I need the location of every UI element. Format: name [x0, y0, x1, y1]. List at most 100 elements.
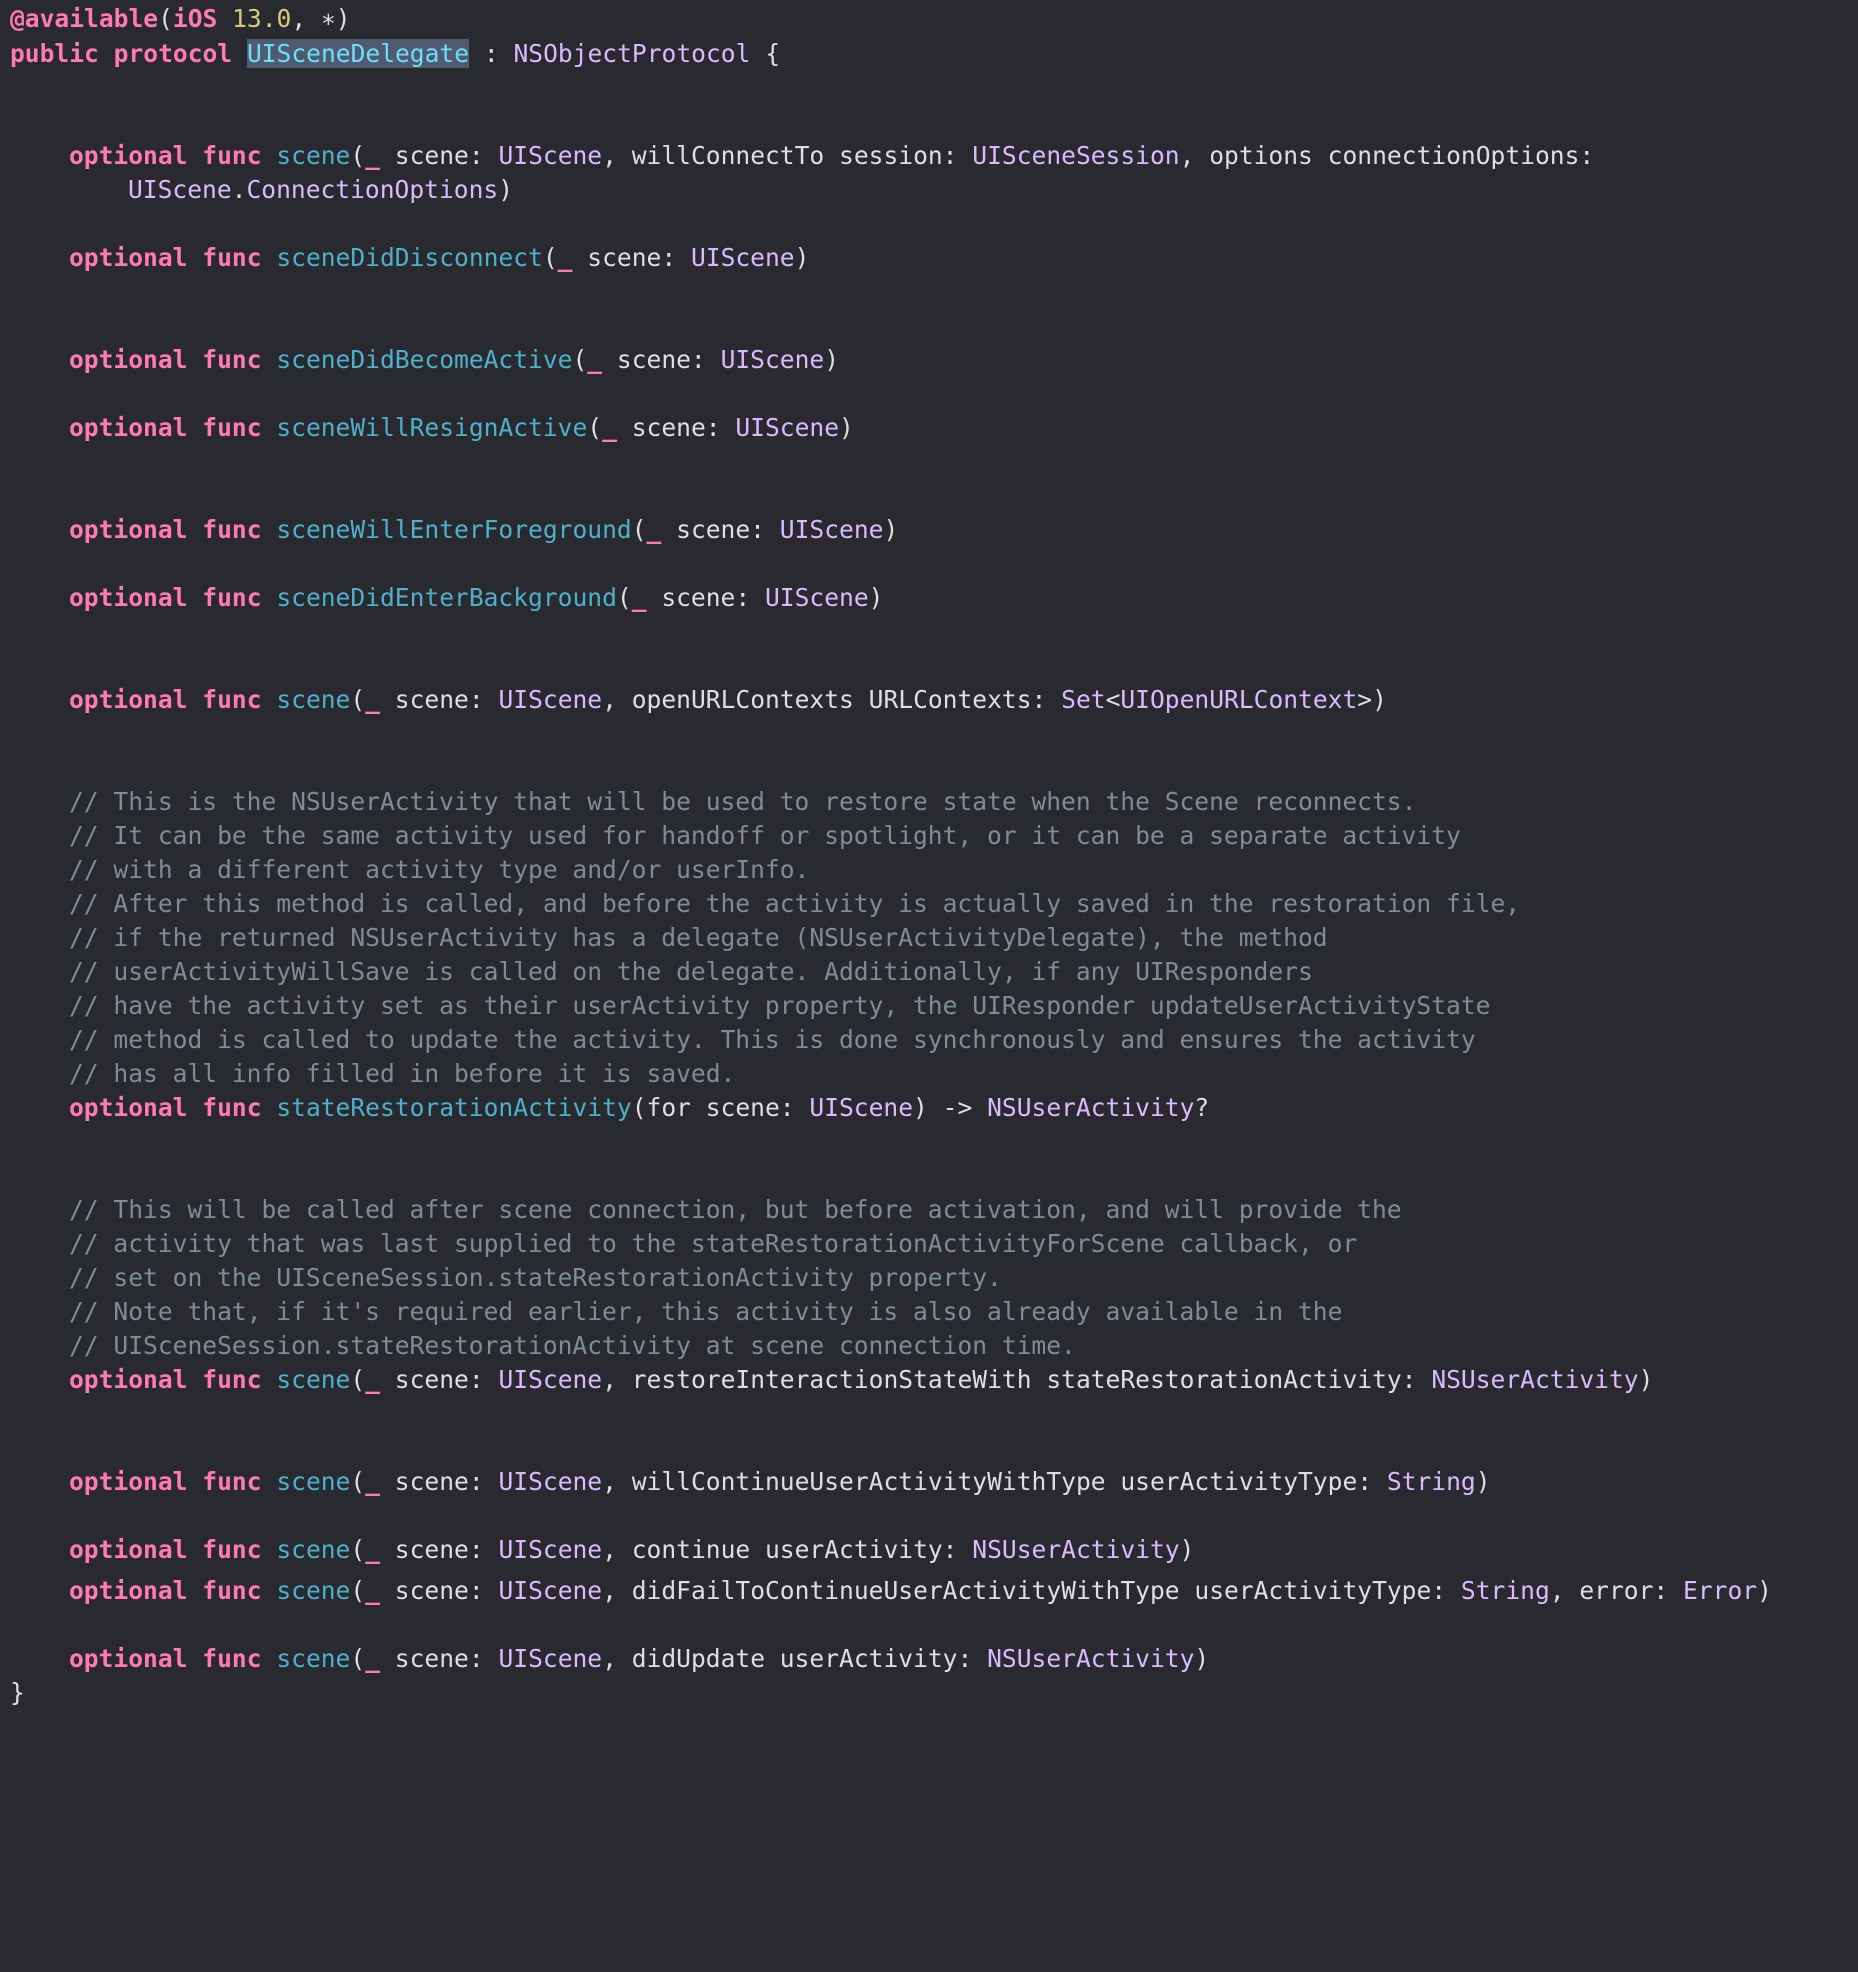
type-token: Set — [1061, 685, 1106, 714]
type-token: UIScene — [498, 1644, 603, 1673]
comment-line: // This will be called after scene conne… — [69, 1195, 1402, 1224]
param-token: scene: — [572, 243, 691, 272]
keyword-func: func — [202, 1467, 262, 1496]
comment-line: // UISceneSession.stateRestorationActivi… — [69, 1331, 1076, 1360]
keyword-optional: optional — [69, 1365, 188, 1394]
type-token: NSUserActivity — [987, 1644, 1195, 1673]
punct-token: ) — [1475, 1467, 1491, 1496]
comment-line: // set on the UISceneSession.stateRestor… — [69, 1263, 1002, 1292]
param-token: , options connectionOptions: — [1179, 141, 1595, 170]
underscore-token: _ — [365, 685, 380, 714]
type-token: UIScene — [498, 141, 603, 170]
code-line-state-restoration-activity: optional func stateRestorationActivity(f… — [69, 1091, 1209, 1125]
keyword-func: func — [202, 1535, 262, 1564]
function-name: sceneDidBecomeActive — [276, 345, 573, 374]
keyword-optional: optional — [69, 583, 188, 612]
code-line-will-connect-cont: UIScene.ConnectionOptions) — [128, 173, 513, 207]
punct-token: , ∗) — [291, 4, 351, 33]
keyword-optional: optional — [69, 1093, 188, 1122]
function-name: sceneDidEnterBackground — [276, 583, 617, 612]
punct-token: . — [231, 175, 247, 204]
punct-token: ) -> — [913, 1093, 988, 1122]
selected-protocol-name[interactable]: UISceneDelegate — [246, 39, 470, 68]
comment-line: // It can be the same activity used for … — [69, 821, 1461, 850]
underscore-token: _ — [365, 1467, 380, 1496]
keyword-optional: optional — [69, 243, 188, 272]
function-name: scene — [276, 1467, 351, 1496]
code-line-will-enter-foreground: optional func sceneWillEnterForeground(_… — [69, 513, 898, 547]
type-token: UISceneSession — [972, 141, 1180, 170]
keyword-func: func — [202, 1365, 262, 1394]
type-token: UIScene — [128, 175, 232, 204]
keyword-func: func — [202, 345, 262, 374]
underscore-token: _ — [587, 345, 603, 374]
punct-token: ) — [1179, 1535, 1195, 1564]
punct-token: ) — [824, 345, 840, 374]
underscore-token: _ — [646, 515, 662, 544]
version-number: 13.0 — [232, 4, 292, 33]
type-token: NSUserActivity — [987, 1093, 1195, 1122]
type-token: UIScene — [498, 1365, 603, 1394]
comment-line: // method is called to update the activi… — [69, 1025, 1476, 1054]
attribute-token: @available — [10, 4, 159, 33]
code-line-available: @available(iOS 13.0, ∗) — [10, 2, 351, 36]
keyword-func: func — [202, 685, 262, 714]
punct-token: ) — [868, 583, 884, 612]
type-token: UIScene — [498, 1535, 603, 1564]
function-name: sceneWillResignActive — [276, 413, 588, 442]
underscore-token: _ — [602, 413, 617, 442]
platform-token: iOS — [172, 4, 218, 33]
keyword-public: public — [10, 39, 99, 68]
punct-token: < — [1105, 685, 1121, 714]
punct-token: { — [750, 39, 781, 68]
param-token: , didFailToContinueUserActivityWithType … — [602, 1576, 1461, 1605]
type-token: UIScene — [498, 685, 603, 714]
function-name: scene — [276, 1644, 351, 1673]
type-token: String — [1460, 1576, 1550, 1605]
code-line-closing-brace: } — [10, 1678, 25, 1707]
function-name: stateRestorationActivity — [276, 1093, 632, 1122]
function-name: scene — [276, 141, 351, 170]
type-token: NSUserActivity — [972, 1535, 1180, 1564]
type-token: ConnectionOptions — [246, 175, 499, 204]
function-name: scene — [276, 1535, 351, 1564]
param-token: , didUpdate userActivity: — [602, 1644, 988, 1673]
param-token: scene: — [616, 413, 736, 442]
comment-line: // have the activity set as their userAc… — [69, 991, 1491, 1020]
comment-line: // This is the NSUserActivity that will … — [69, 787, 1417, 816]
keyword-optional: optional — [69, 1467, 188, 1496]
code-line-protocol-decl: public protocol UISceneDelegate : NSObje… — [10, 37, 780, 71]
function-name: scene — [276, 1365, 351, 1394]
comment-line: // with a different activity type and/or… — [69, 855, 810, 884]
code-line-did-fail-continue: optional func scene(_ scene: UIScene, di… — [69, 1574, 1772, 1608]
underscore-token: _ — [365, 141, 380, 170]
punct-token: ( — [616, 583, 632, 612]
underscore-token: _ — [365, 1365, 380, 1394]
keyword-optional: optional — [69, 141, 188, 170]
punct-token: ( — [587, 413, 603, 442]
keyword-optional: optional — [69, 345, 188, 374]
keyword-optional: optional — [69, 413, 188, 442]
function-name: scene — [276, 1576, 351, 1605]
code-line-will-continue-activity: optional func scene(_ scene: UIScene, wi… — [69, 1465, 1491, 1499]
param-token: , willConnectTo session: — [602, 141, 973, 170]
underscore-token: _ — [631, 583, 647, 612]
code-editor[interactable]: @available(iOS 13.0, ∗) public protocol … — [0, 0, 1858, 1711]
keyword-optional: optional — [69, 515, 188, 544]
function-name: sceneDidDisconnect — [276, 243, 543, 272]
param-token: , willContinueUserActivityWithType userA… — [602, 1467, 1387, 1496]
punct-token: ) — [1757, 1576, 1772, 1605]
punct-token: ) — [498, 175, 513, 204]
type-token: NSObjectProtocol — [513, 39, 751, 68]
type-token: String — [1386, 1467, 1476, 1496]
punct-token: ) — [883, 515, 899, 544]
keyword-optional: optional — [69, 1644, 188, 1673]
underscore-token: _ — [365, 1535, 380, 1564]
type-token: NSUserActivity — [1431, 1365, 1639, 1394]
punct-token: ) — [1638, 1365, 1654, 1394]
keyword-optional: optional — [69, 685, 188, 714]
type-token: UIScene — [809, 1093, 914, 1122]
punct-token: ( — [350, 1576, 366, 1605]
param-token: scene: — [380, 141, 499, 170]
type-token: UIScene — [764, 583, 869, 612]
